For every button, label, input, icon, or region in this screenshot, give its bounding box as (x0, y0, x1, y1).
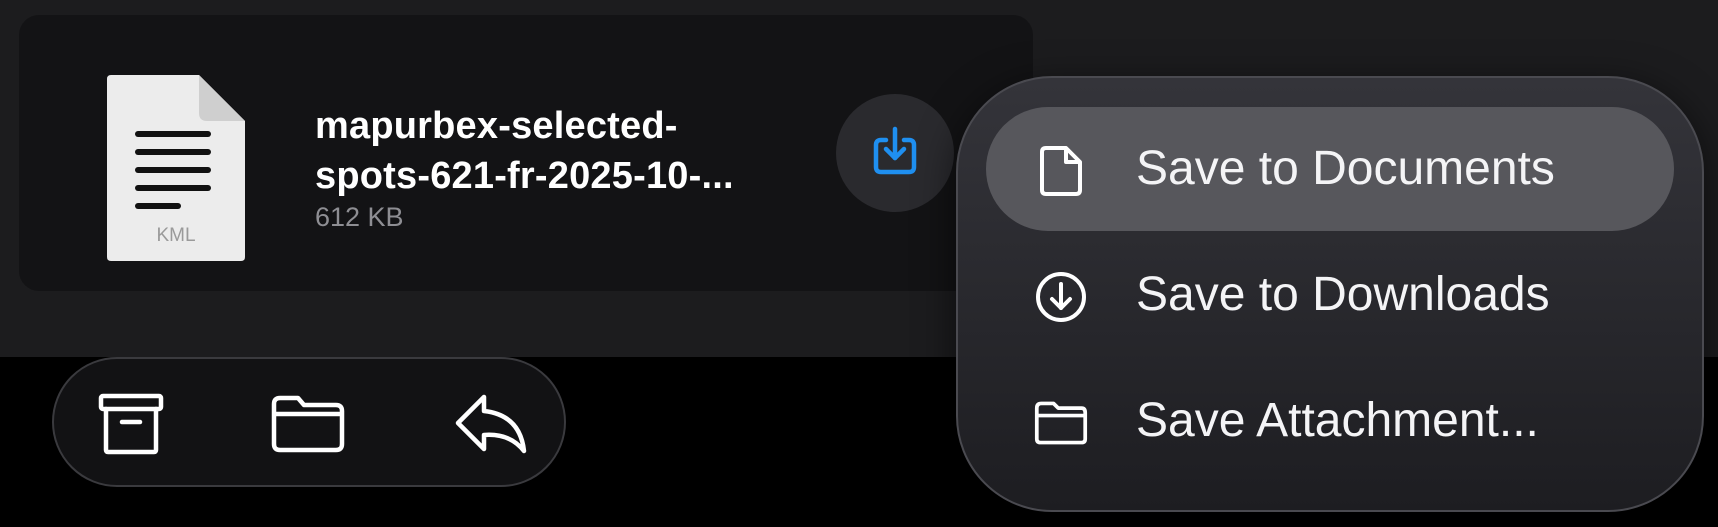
menu-item-label: Save to Documents (1136, 142, 1555, 195)
file-size: 612 KB (315, 202, 404, 232)
file-name: mapurbex-selected- spots-621-fr-2025-10-… (315, 101, 835, 201)
file-name-line-1: mapurbex-selected- (315, 105, 678, 147)
download-tray-icon (871, 125, 919, 182)
menu-item-save-to-documents[interactable]: Save to Documents (986, 107, 1674, 231)
reply-button[interactable] (455, 393, 527, 459)
download-circle-icon (1034, 270, 1088, 324)
archive-box-icon (98, 393, 164, 460)
menu-item-save-to-downloads[interactable]: Save to Downloads (986, 233, 1674, 357)
bottom-toolbar (52, 357, 566, 487)
reply-arrow-icon (454, 393, 528, 460)
move-to-folder-button[interactable] (271, 393, 345, 459)
menu-item-label: Save Attachment... (1136, 394, 1539, 447)
menu-item-save-attachment[interactable]: Save Attachment... (986, 359, 1674, 483)
kml-file-icon: KML (107, 75, 245, 261)
archive-button[interactable] (95, 393, 167, 459)
folder-icon (1034, 396, 1088, 450)
save-options-menu: Save to Documents Save to Downloads Save… (956, 76, 1704, 512)
document-icon (1034, 144, 1088, 198)
save-attachment-button[interactable] (836, 94, 954, 212)
file-name-line-2: spots-621-fr-2025-10-... (315, 155, 734, 197)
folder-icon (271, 395, 345, 458)
menu-item-label: Save to Downloads (1136, 268, 1550, 321)
file-type-label: KML (156, 225, 195, 246)
